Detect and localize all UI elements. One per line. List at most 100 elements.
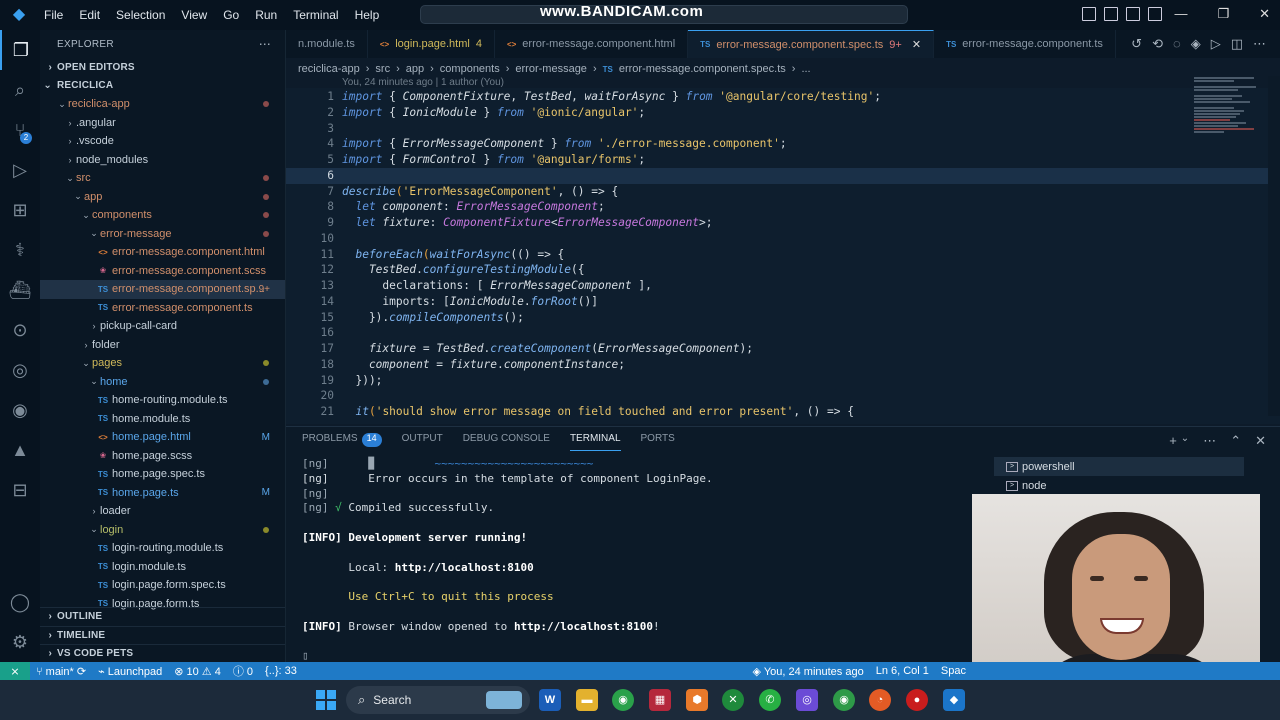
remote-explorer-icon[interactable]: ◉ [0, 390, 40, 430]
editor-tab[interactable]: n.module.ts [286, 30, 368, 58]
breadcrumb-item[interactable]: ... [801, 63, 810, 75]
code-line[interactable]: 6 [286, 167, 1280, 184]
breadcrumb-item[interactable]: components [440, 63, 500, 75]
menu-item-selection[interactable]: Selection [108, 8, 173, 22]
code-line[interactable]: 10 [286, 231, 1280, 247]
terminal-output[interactable]: [ng] ▉ ~~~~~~~~~~~~~~~~~~~~~~~~ [ng] Erro… [302, 457, 713, 664]
launchpad-status[interactable]: ⌁ Launchpad [92, 665, 168, 678]
blame-status[interactable]: ◈ You, 24 minutes ago [746, 665, 869, 678]
code-line[interactable]: 1 import { ComponentFixture, TestBed, wai… [286, 89, 1280, 105]
split-editor-icon[interactable]: ◫ [1231, 36, 1243, 52]
extensions-icon[interactable]: ⊞ [0, 190, 40, 230]
editor-tab[interactable]: TS error-message.component.ts [934, 30, 1116, 58]
menu-item-go[interactable]: Go [215, 8, 247, 22]
angular-icon[interactable]: ▲ [0, 430, 40, 470]
workspace-root-section[interactable]: ⌄ RECICLICA [40, 77, 285, 96]
taskbar-search[interactable]: ⌕ Search [346, 686, 530, 714]
windows-start-icon[interactable] [316, 690, 336, 710]
close-window-icon[interactable]: ✕ [1259, 6, 1270, 22]
timeline-section[interactable]: › TIMELINE [40, 625, 285, 645]
code-line[interactable]: 7 describe('ErrorMessageComponent', () =>… [286, 184, 1280, 200]
menu-item-view[interactable]: View [173, 8, 215, 22]
panel-tab-ports[interactable]: PORTS [641, 433, 675, 451]
chrome-app-icon[interactable]: ◉ [612, 689, 634, 711]
file-row[interactable]: ❀ error-message.component.scss [40, 262, 285, 281]
code-line[interactable]: 20 [286, 388, 1280, 404]
close-panel-icon[interactable]: ✕ [1255, 433, 1266, 449]
python-icon[interactable]: ⚕ [0, 230, 40, 270]
firefox-app-icon[interactable]: ◔ [869, 689, 891, 711]
code-line[interactable]: 15 }).compileComponents(); [286, 310, 1280, 326]
account-icon[interactable]: ◯ [0, 582, 40, 622]
folder-row[interactable]: ⌄ error-message [40, 225, 285, 244]
editor-tab[interactable]: TS error-message.component.spec.ts 9+ ✕ [688, 30, 935, 58]
folder-row[interactable]: ⌄ src [40, 169, 285, 188]
file-row[interactable]: TS home.module.ts [40, 410, 285, 429]
git-graph-icon[interactable]: ⊙ [0, 310, 40, 350]
chevron-down-icon[interactable]: ⌄ [1181, 433, 1189, 449]
file-row[interactable]: <> error-message.component.html [40, 243, 285, 262]
breadcrumb-item[interactable]: error-message [515, 63, 587, 75]
more-actions-icon[interactable]: ⋯ [1203, 433, 1216, 449]
code-line[interactable]: 9 let fixture: ComponentFixture<ErrorMes… [286, 215, 1280, 231]
file-row[interactable]: TS login-routing.module.ts [40, 539, 285, 558]
folder-row[interactable]: › node_modules [40, 151, 285, 170]
new-terminal-icon[interactable]: + [1169, 433, 1177, 449]
folder-row[interactable]: ⌄ home [40, 373, 285, 392]
code-line[interactable]: 13 declarations: [ ErrorMessageComponent… [286, 278, 1280, 294]
file-row[interactable]: TS error-message.component.ts [40, 299, 285, 318]
selection-status[interactable]: {..}: 33 [259, 665, 303, 677]
menu-item-terminal[interactable]: Terminal [285, 8, 346, 22]
vscode-pets-section[interactable]: › VS CODE PETS [40, 644, 285, 662]
teams-app-icon[interactable]: ◎ [796, 689, 818, 711]
code-line[interactable]: 2 import { IonicModule } from '@ionic/ang… [286, 105, 1280, 121]
docker-icon[interactable]: ⛴ [0, 270, 40, 310]
folder-row[interactable]: ⌄ reciclica-app [40, 95, 285, 114]
menu-item-help[interactable]: Help [347, 8, 388, 22]
folder-row[interactable]: › loader [40, 502, 285, 521]
minimap[interactable] [1194, 76, 1268, 156]
panel-tab-terminal[interactable]: TERMINAL [569, 433, 621, 451]
editor-tab[interactable]: <> login.page.html 4 [368, 30, 495, 58]
source-control-icon[interactable]: ⑂ 2 [0, 110, 40, 150]
search-icon[interactable]: ⌕ [0, 70, 40, 110]
maximize-panel-icon[interactable]: ⌃ [1230, 433, 1241, 449]
indentation-status[interactable]: Spac [935, 665, 972, 677]
more-actions-icon[interactable]: ⋯ [259, 37, 271, 51]
code-line[interactable]: 3 [286, 121, 1280, 137]
code-line[interactable]: 12 TestBed.configureTestingModule({ [286, 262, 1280, 278]
chrome-profile-app-icon[interactable]: ◉ [833, 689, 855, 711]
toggle-secondary-sidebar-icon[interactable] [1126, 7, 1140, 21]
breadcrumb-item[interactable]: src [375, 63, 390, 75]
code-line[interactable]: 17 fixture = TestBed.createComponent(Err… [286, 341, 1280, 357]
close-tab-icon[interactable]: ✕ [912, 38, 921, 51]
panel-tab-debug-console[interactable]: DEBUG CONSOLE [463, 433, 550, 451]
terminal-instance[interactable]: > powershell [994, 457, 1244, 476]
gitlens-icon[interactable]: ◎ [0, 350, 40, 390]
file-row[interactable]: TS login.page.form.spec.ts [40, 576, 285, 595]
maximize-icon[interactable]: ❐ [1217, 6, 1229, 22]
cursor-position[interactable]: Ln 6, Col 1 [870, 665, 935, 677]
menu-item-run[interactable]: Run [247, 8, 285, 22]
panel-tab-output[interactable]: OUTPUT [402, 433, 443, 451]
git-compare-icon[interactable]: ◌ [1173, 36, 1181, 52]
file-row[interactable]: <> home.page.html M [40, 428, 285, 447]
file-row[interactable]: TS home-routing.module.ts [40, 391, 285, 410]
code-line[interactable]: 18 component = fixture.componentInstance… [286, 357, 1280, 373]
editor-tab[interactable]: <> error-message.component.html [495, 30, 689, 58]
testing-icon[interactable]: ⊟ [0, 470, 40, 510]
code-line[interactable]: 4 import { ErrorMessageComponent } from '… [286, 136, 1280, 152]
file-row[interactable]: TS home.page.spec.ts [40, 465, 285, 484]
remote-indicator-icon[interactable]: ⨯ [0, 662, 30, 680]
open-editors-section[interactable]: › OPEN EDITORS [40, 58, 285, 77]
file-row[interactable]: TS error-message.component.sp... 9+ [40, 280, 285, 299]
xbox-app-icon[interactable]: ✕ [722, 689, 744, 711]
open-changes-icon[interactable]: ⟲ [1152, 36, 1163, 52]
info-status[interactable]: ⓘ 0 [227, 663, 259, 679]
code-line[interactable]: 14 imports: [IonicModule.forRoot()] [286, 294, 1280, 310]
file-row[interactable]: ❀ home.page.scss [40, 447, 285, 466]
code-line[interactable]: 11 beforeEach(waitForAsync(() => { [286, 247, 1280, 263]
minimize-icon[interactable]: — [1174, 6, 1187, 22]
code-line[interactable]: 19 })); [286, 373, 1280, 389]
vscode-app-icon[interactable]: ◆ [943, 689, 965, 711]
